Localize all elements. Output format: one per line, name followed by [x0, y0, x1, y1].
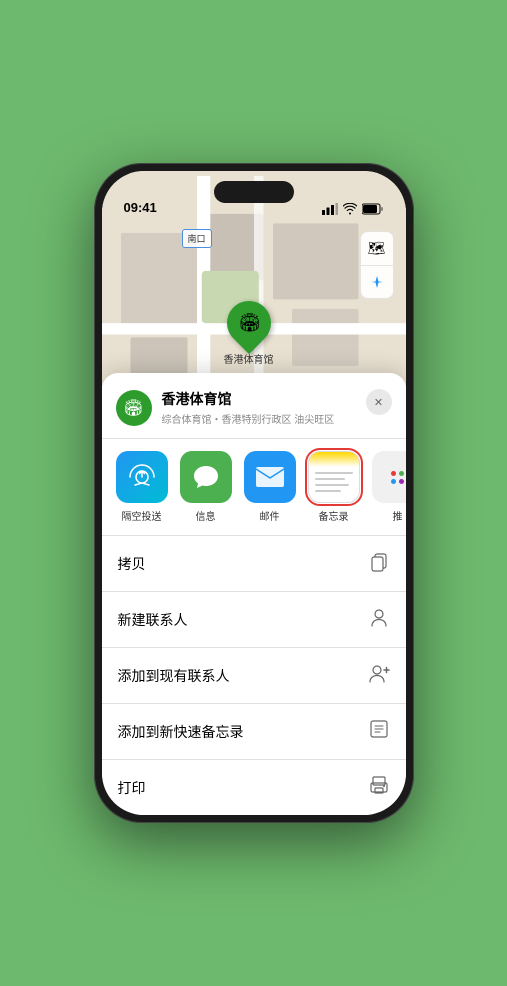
- venue-header: 🏟 香港体育馆 综合体育馆・香港特别行政区 油尖旺区 ✕: [102, 389, 406, 439]
- messages-icon: [180, 451, 232, 503]
- venue-name: 香港体育馆: [162, 389, 392, 409]
- more-circle: [372, 451, 406, 503]
- map-label-nankou: 南口: [182, 229, 212, 248]
- new-contact-svg: [368, 606, 390, 628]
- mail-icon: [244, 451, 296, 503]
- venue-subtitle: 综合体育馆・香港特别行政区 油尖旺区: [162, 411, 392, 426]
- signal-icon: [322, 203, 338, 215]
- map-button-group: 🗺: [360, 231, 394, 299]
- add-note-svg: [368, 718, 390, 740]
- add-existing-svg: [368, 662, 390, 684]
- share-app-airdrop[interactable]: 隔空投送: [116, 451, 168, 523]
- close-button[interactable]: ✕: [366, 389, 392, 415]
- print-label: 打印: [118, 778, 146, 798]
- venue-info: 香港体育馆 综合体育馆・香港特别行政区 油尖旺区: [162, 389, 392, 426]
- action-new-contact[interactable]: 新建联系人: [102, 592, 406, 648]
- battery-icon: [362, 203, 384, 215]
- mail-label: 邮件: [260, 508, 280, 523]
- action-add-note[interactable]: 添加到新快速备忘录: [102, 704, 406, 760]
- share-apps-row: 隔空投送 信息: [102, 439, 406, 536]
- add-note-label: 添加到新快速备忘录: [118, 722, 244, 742]
- status-icons: [322, 203, 384, 215]
- more-dots: [391, 471, 404, 484]
- share-app-messages[interactable]: 信息: [180, 451, 232, 523]
- copy-label: 拷贝: [118, 554, 146, 574]
- compass-icon: [370, 275, 384, 289]
- wifi-icon: [343, 203, 357, 215]
- share-app-notes[interactable]: 备忘录: [308, 451, 360, 523]
- marker-icon: 🏟: [237, 313, 260, 334]
- dynamic-island: [214, 181, 294, 203]
- copy-icon: [368, 550, 390, 577]
- action-add-existing[interactable]: 添加到现有联系人: [102, 648, 406, 704]
- location-button[interactable]: [360, 265, 394, 299]
- more-label: 推: [393, 508, 403, 523]
- venue-icon: 🏟: [116, 390, 152, 426]
- add-existing-label: 添加到现有联系人: [118, 666, 230, 686]
- add-existing-icon: [368, 662, 390, 689]
- map-type-button[interactable]: 🗺: [360, 231, 394, 265]
- notes-label: 备忘录: [319, 508, 349, 523]
- new-contact-icon: [368, 606, 390, 633]
- marker-pin: 🏟: [217, 292, 279, 354]
- phone-screen: 09:41: [102, 171, 406, 815]
- action-copy[interactable]: 拷贝: [102, 536, 406, 592]
- status-time: 09:41: [124, 200, 157, 215]
- share-more-button[interactable]: 推: [372, 451, 406, 523]
- location-marker: 🏟 香港体育馆: [224, 301, 274, 366]
- airdrop-icon: [116, 451, 168, 503]
- new-contact-label: 新建联系人: [118, 610, 188, 630]
- messages-label: 信息: [196, 508, 216, 523]
- bottom-sheet: 🏟 香港体育馆 综合体育馆・香港特别行政区 油尖旺区 ✕: [102, 373, 406, 815]
- share-app-mail[interactable]: 邮件: [244, 451, 296, 523]
- airdrop-label: 隔空投送: [122, 508, 162, 523]
- notes-lines: [309, 456, 359, 498]
- airdrop-svg: [128, 463, 156, 491]
- mail-svg: [255, 466, 285, 488]
- notes-icon: [308, 451, 360, 503]
- add-note-icon: [368, 718, 390, 745]
- copy-svg: [368, 550, 390, 572]
- action-print[interactable]: 打印: [102, 760, 406, 815]
- print-svg: [368, 774, 390, 796]
- messages-svg: [191, 462, 221, 492]
- phone-frame: 09:41: [94, 163, 414, 823]
- print-icon: [368, 774, 390, 801]
